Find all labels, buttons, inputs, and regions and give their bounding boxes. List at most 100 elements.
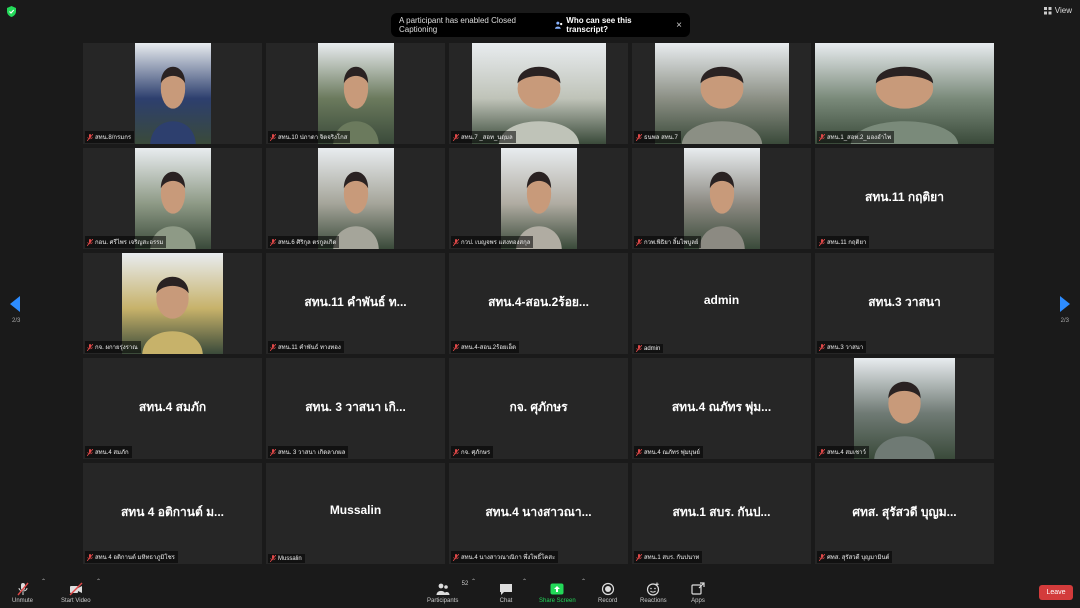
reactions-button[interactable]: Reactions xyxy=(640,582,667,604)
participant-name-text: กจ. ศุภักษร xyxy=(461,450,491,456)
microphone-muted-icon xyxy=(453,238,459,246)
participant-tile[interactable]: สทน.6 ศิริกุล ตรกูลเกิด xyxy=(266,148,445,249)
apps-button[interactable]: Apps xyxy=(691,582,705,604)
transcript-visibility-link[interactable]: Who can see this transcript? xyxy=(554,16,670,34)
microphone-muted-icon xyxy=(87,448,93,456)
participant-display-name: ศทส. สุรัสวดี บุญม... xyxy=(852,505,957,519)
microphone-muted-icon xyxy=(636,448,642,456)
participant-name-label: สทน.1 สบร. กันปนาท xyxy=(634,551,703,563)
participant-name-text: กอน. ศรีไพร เจริญสะอรรม xyxy=(95,240,164,246)
microphone-muted-icon xyxy=(819,448,825,456)
chat-button[interactable]: Chat xyxy=(499,582,513,604)
person-silhouette xyxy=(149,66,196,144)
participant-name-text: สทน.4 นางสาวณาณิกา พึ่งโพธิ์โคสะ xyxy=(461,555,556,561)
participant-display-name: สทน.4 ณภัทร พุ่ม... xyxy=(671,400,772,414)
participant-display-name: สทน 4 อติกานต์ ม... xyxy=(120,505,225,519)
person-silhouette xyxy=(850,66,959,144)
participant-tile[interactable]: กวพ.พิธิยา ลิ้มไพบูลย์ xyxy=(632,148,811,249)
participant-name-label: Mussalin xyxy=(268,554,305,563)
notice-text: A participant has enabled Closed Caption… xyxy=(399,16,516,34)
participant-name-text: สทน. 3 วาสนา เกิดลาภผล xyxy=(278,450,346,456)
participant-tile[interactable]: สทน.4 ณภัทร พุ่ม... สทน.4 ณภัทร พุ่มบุษย์ xyxy=(632,358,811,459)
participant-name-label: สทน.6 ศิริกุล ตรกูลเกิด xyxy=(268,236,340,248)
previous-page-arrow-icon[interactable] xyxy=(10,296,20,312)
participants-button[interactable]: 52 Participants xyxy=(427,581,468,604)
microphone-muted-icon xyxy=(270,238,276,246)
participant-tile[interactable]: สทน. 3 วาสนา เกิ... สทน. 3 วาสนา เกิดลาภผ… xyxy=(266,358,445,459)
participants-count: 52 xyxy=(461,581,469,587)
participant-tile[interactable]: สทน.4-สอน.2ร้อย... สทน.4-สอน.2ร้อยเอ็ด xyxy=(449,253,628,354)
microphone-muted-icon xyxy=(819,343,825,351)
chat-options-chevron-icon[interactable]: ⌃ xyxy=(522,578,527,585)
participant-tile[interactable]: สทน.11 คำพันธ์ ท... สทน.11 คำพันธ์ ทางทอง xyxy=(266,253,445,354)
share-screen-button[interactable]: Share Screen xyxy=(539,582,576,604)
participant-tile[interactable]: ศทส. สุรัสวดี บุญม... ศทส. สุรัสวดี บุญมา… xyxy=(815,463,994,564)
participant-tile[interactable]: สทน.3 วาสนา สทน.3 วาสนา xyxy=(815,253,994,354)
meeting-toolbar: Unmute ⌃ Start Video ⌃ 52 Participants ⌃ xyxy=(0,570,1080,608)
microphone-muted-icon xyxy=(87,133,93,141)
participant-tile[interactable]: กจ. ศุภักษร กจ. ศุภักษร xyxy=(449,358,628,459)
participant-name-label: สทน.4 ณภัทร พุ่มบุษย์ xyxy=(634,446,703,458)
participants-options-chevron-icon[interactable]: ⌃ xyxy=(471,578,476,585)
participant-tile[interactable]: สทน.7 _สอท_นฤมล xyxy=(449,43,628,144)
microphone-muted-icon xyxy=(453,553,459,561)
participant-tile[interactable]: สทน 4 อติกานต์ ม... สทน 4 อติกานต์ มหิทธา… xyxy=(83,463,262,564)
person-silhouette xyxy=(874,381,935,459)
audio-options-chevron-icon[interactable]: ⌃ xyxy=(41,578,46,585)
participant-tile[interactable]: admin admin xyxy=(632,253,811,354)
microphone-muted-icon xyxy=(270,555,276,562)
start-video-button[interactable]: Start Video xyxy=(61,582,91,604)
participant-tile[interactable]: สทน.10 ปภาดา จิตจริงโกส xyxy=(266,43,445,144)
view-button[interactable]: View xyxy=(1043,6,1072,15)
participant-tile[interactable]: กจ. ผกายรุ่งราณ xyxy=(83,253,262,354)
chat-bubble-icon xyxy=(500,584,512,595)
participant-name-label: กจ. ศุภักษร xyxy=(451,446,494,458)
microphone-muted-icon xyxy=(636,345,642,352)
shield-check-icon[interactable] xyxy=(7,6,16,17)
participant-name-text: Mussalin xyxy=(278,555,302,562)
record-icon xyxy=(601,582,614,596)
person-silhouette xyxy=(332,171,379,249)
participant-name-text: สทน.3 วาสนา xyxy=(827,345,864,351)
participant-name-label: ธนพล สทน.7 xyxy=(634,131,681,143)
participant-name-label: กอน. ศรีไพร เจริญสะอรรม xyxy=(85,236,167,248)
participant-name-text: สทน.4-สอน.2ร้อยเอ็ด xyxy=(461,345,516,351)
participant-display-name: สทน.11 กฤติยา xyxy=(865,190,944,204)
participant-name-label: สทน. 3 วาสนา เกิดลาภผล xyxy=(268,446,349,458)
participant-gallery: สทน.8/กรมกร สทน.10 ปภาดา จิตจริงโกส สทน.7 … xyxy=(83,43,997,564)
record-button[interactable]: Record xyxy=(598,582,617,604)
microphone-muted-icon xyxy=(453,448,459,456)
unmute-button[interactable]: Unmute xyxy=(12,582,33,604)
participant-tile[interactable]: กวป. เบญจพร แสงทองสกุล xyxy=(449,148,628,249)
participant-tile[interactable]: สทน.11 กฤติยา สทน.11 กฤติยา xyxy=(815,148,994,249)
participant-display-name: สทน.3 วาสนา xyxy=(868,295,941,309)
participant-video xyxy=(134,148,211,249)
next-page-arrow-icon[interactable] xyxy=(1060,296,1070,312)
participant-video xyxy=(815,43,994,144)
microphone-muted-icon xyxy=(453,133,459,141)
participant-tile[interactable]: สทน.4 สมภัก สทน.4 สมภัก xyxy=(83,358,262,459)
participant-tile[interactable]: สทน.1_สอท.2_มองอำไพ xyxy=(815,43,994,144)
participant-name-label: กจ. ผกายรุ่งราณ xyxy=(85,341,141,353)
participant-name-text: สทน 4 อติกานต์ มหิทธาภูมิโชร xyxy=(95,555,175,561)
participant-tile[interactable]: สทน.4 สมเชาว์ xyxy=(815,358,994,459)
participant-name-label: สทน.4 สมภัก xyxy=(85,446,132,458)
participant-tile[interactable]: Mussalin Mussalin xyxy=(266,463,445,564)
participant-name-label: admin xyxy=(634,344,664,353)
share-options-chevron-icon[interactable]: ⌃ xyxy=(581,578,586,585)
participant-tile[interactable]: สทน.1 สบร. กันป... สทน.1 สบร. กันปนาท xyxy=(632,463,811,564)
grid-view-icon xyxy=(1043,6,1052,14)
participant-display-name: สทน.4 สมภัก xyxy=(138,400,207,414)
participant-tile[interactable]: ธนพล สทน.7 xyxy=(632,43,811,144)
participant-name-label: สทน.1_สอท.2_มองอำไพ xyxy=(817,131,895,143)
close-icon[interactable]: × xyxy=(676,20,682,31)
video-options-chevron-icon[interactable]: ⌃ xyxy=(96,578,101,585)
microphone-muted-icon xyxy=(16,582,29,596)
participant-tile[interactable]: สทน.4 นางสาวณา... สทน.4 นางสาวณาณิกา พึ่ง… xyxy=(449,463,628,564)
participant-tile[interactable]: กอน. ศรีไพร เจริญสะอรรม xyxy=(83,148,262,249)
microphone-muted-icon xyxy=(636,238,642,246)
participant-name-label: สทน.3 วาสนา xyxy=(817,341,867,353)
participant-name-text: สทน.4 สมภัก xyxy=(95,450,129,456)
participant-tile[interactable]: สทน.8/กรมกร xyxy=(83,43,262,144)
leave-button[interactable]: Leave xyxy=(1039,585,1073,600)
